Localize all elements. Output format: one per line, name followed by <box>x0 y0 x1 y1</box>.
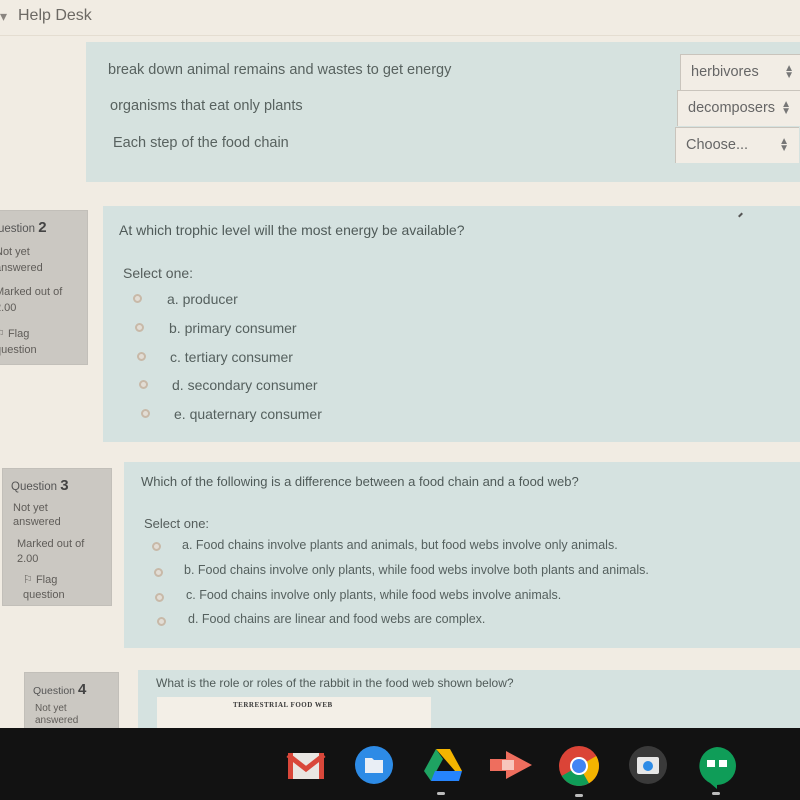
select-value: Choose... <box>686 137 749 153</box>
option-label[interactable]: a. producer <box>167 291 238 307</box>
status-text: answered <box>0 262 43 274</box>
radio-option-d[interactable] <box>139 380 148 389</box>
marks-value: 2.00 <box>0 302 17 314</box>
food-web-image: TERRESTRIAL FOOD WEB <box>157 697 431 728</box>
marks-value: 2.00 <box>17 553 39 565</box>
page-header: ▾ Help Desk <box>0 0 800 36</box>
select-arrows-icon: ▲ ▼ <box>781 99 791 117</box>
match-prompt: organisms that eat only plants <box>110 98 303 114</box>
option-label[interactable]: c. tertiary consumer <box>170 349 293 365</box>
flag-icon: ⚐ <box>0 328 5 340</box>
select-arrows-icon: ▲ ▼ <box>784 63 794 81</box>
question-number: Question 3 <box>11 477 69 494</box>
status-text: Not yet <box>13 502 48 514</box>
os-shelf <box>0 728 800 800</box>
question-1-matching-panel: break down animal remains and wastes to … <box>86 42 800 182</box>
browser-page: ▾ Help Desk break down animal remains an… <box>0 0 800 728</box>
flag-question-link-text[interactable]: question <box>0 343 37 358</box>
radio-option-c[interactable] <box>137 352 146 361</box>
running-indicator <box>575 794 583 797</box>
google-drive-app-icon[interactable] <box>422 745 462 785</box>
select-value: decomposers <box>688 100 776 116</box>
match-prompt: break down animal remains and wastes to … <box>108 62 452 78</box>
option-label[interactable]: a. Food chains involve plants and animal… <box>182 538 618 552</box>
menu-caret-icon[interactable]: ▾ <box>0 8 7 25</box>
option-label[interactable]: e. quaternary consumer <box>174 406 322 422</box>
match-select-2[interactable]: decomposers ▲ ▼ <box>677 90 800 126</box>
question-number: Question 2 <box>0 219 47 236</box>
camera-app-icon[interactable] <box>628 745 668 785</box>
marks-text: Marked out of <box>17 538 85 550</box>
option-label[interactable]: d. secondary consumer <box>172 377 318 393</box>
gmail-app-icon[interactable] <box>286 745 326 785</box>
radio-option-b[interactable] <box>135 323 144 332</box>
select-value: herbivores <box>691 64 759 80</box>
flag-question-link[interactable]: ⚐ Flag <box>23 573 57 588</box>
question-3-panel: Which of the following is a difference b… <box>124 462 800 648</box>
match-prompt: Each step of the food chain <box>113 135 289 151</box>
question-number: Question 4 <box>33 681 87 698</box>
flag-icon: ⚐ <box>23 574 33 586</box>
running-indicator <box>712 792 720 795</box>
radio-option-b[interactable] <box>154 568 163 577</box>
select-one-label: Select one: <box>144 516 210 531</box>
chrome-app-icon[interactable] <box>558 745 599 786</box>
flag-question-link-text[interactable]: question <box>23 588 65 603</box>
status-text: answered <box>13 516 61 528</box>
question-2-panel: At which trophic level will the most ene… <box>103 206 800 442</box>
files-app-icon[interactable] <box>354 745 394 785</box>
status-text: Not yet <box>0 246 30 258</box>
match-select-1[interactable]: herbivores ▲ ▼ <box>680 54 800 90</box>
running-indicator <box>437 792 445 795</box>
marks-text: Marked out of <box>0 286 63 298</box>
radio-option-d[interactable] <box>157 617 166 626</box>
option-label[interactable]: b. primary consumer <box>169 320 297 336</box>
help-desk-link[interactable]: Help Desk <box>18 7 92 25</box>
screencastify-app-icon[interactable] <box>488 745 532 785</box>
question-2-info: Question 2 Not yet answered Marked out o… <box>0 210 88 365</box>
question-3-info: Question 3 Not yet answered Marked out o… <box>2 468 112 606</box>
select-one-label: Select one: <box>123 265 194 281</box>
option-label[interactable]: b. Food chains involve only plants, whil… <box>184 563 649 577</box>
match-select-3[interactable]: Choose... ▲ ▼ <box>675 127 799 163</box>
food-web-image-title: TERRESTRIAL FOOD WEB <box>233 701 333 709</box>
question-text: At which trophic level will the most ene… <box>119 222 465 238</box>
radio-option-e[interactable] <box>141 409 150 418</box>
radio-option-a[interactable] <box>133 294 142 303</box>
hangouts-app-icon[interactable] <box>696 745 736 789</box>
question-text: What is the role or roles of the rabbit … <box>156 676 514 690</box>
flag-question-link[interactable]: ⚐ Flag <box>0 327 29 342</box>
select-arrows-icon: ▲ ▼ <box>779 136 789 154</box>
radio-option-c[interactable] <box>155 593 164 602</box>
status-text: answered <box>35 715 79 726</box>
radio-option-a[interactable] <box>152 542 161 551</box>
option-label[interactable]: d. Food chains are linear and food webs … <box>188 612 485 626</box>
question-4-info: Question 4 Not yet answered <box>24 672 119 728</box>
question-text: Which of the following is a difference b… <box>141 474 579 489</box>
option-label[interactable]: c. Food chains involve only plants, whil… <box>186 588 561 602</box>
